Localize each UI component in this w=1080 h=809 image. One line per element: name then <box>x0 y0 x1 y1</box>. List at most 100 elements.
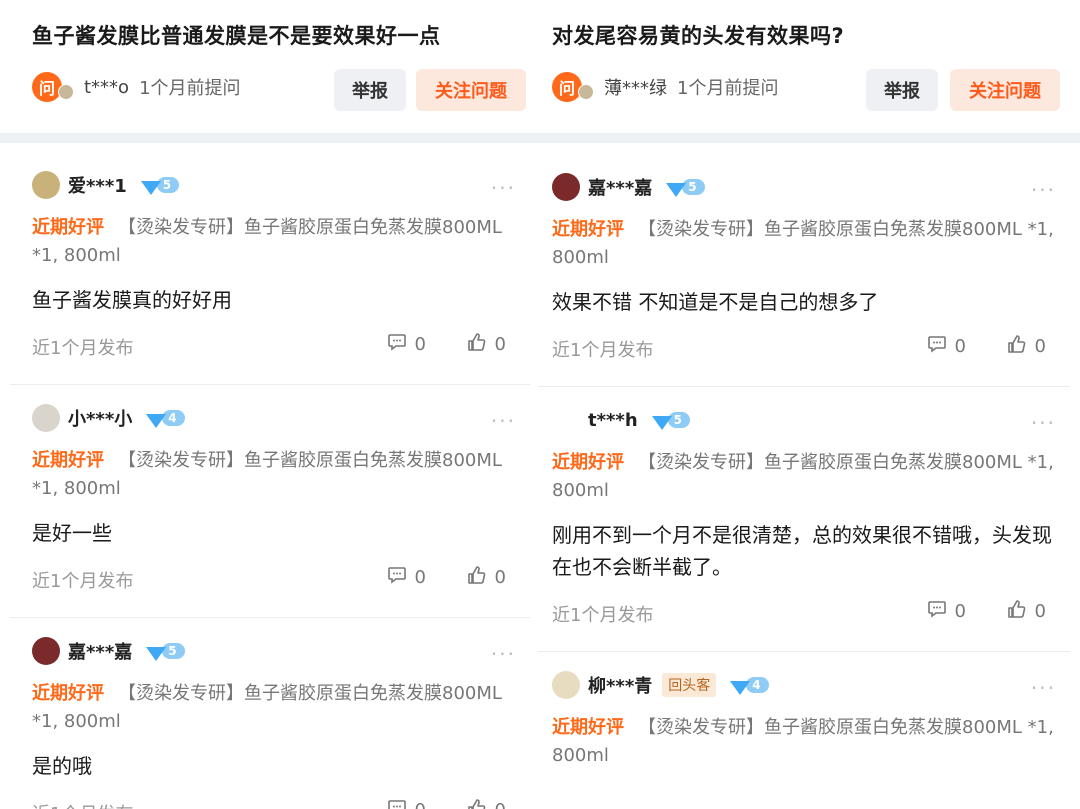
answer-footer: 近1个月发布 0 0 <box>552 593 1058 633</box>
question-header: 鱼子酱发膜比普通发膜是不是要效果好一点 问 t***o 1个月前提问 举报 关注… <box>10 0 530 133</box>
user-avatar[interactable] <box>552 406 580 434</box>
like-button[interactable]: 0 <box>467 332 506 357</box>
comment-button[interactable]: 0 <box>387 332 426 357</box>
level-badge: 5 <box>140 177 180 195</box>
like-count: 0 <box>494 334 506 355</box>
recent-review-tag: 近期好评 <box>32 217 104 238</box>
comment-count: 0 <box>414 567 426 588</box>
product-spec: 【烫染发专研】鱼子酱胶原蛋白免蒸发膜800ML *1, 800ml <box>552 452 1054 501</box>
answer-text: 是的哦 <box>32 754 92 778</box>
like-count: 0 <box>1034 336 1046 357</box>
report-button[interactable]: 举报 <box>866 69 938 111</box>
answer-item: 嘉***嘉 5 ··· 近期好评 【烫染发专研】鱼子酱胶原蛋白免蒸发膜800ML *1,… <box>10 636 530 809</box>
comment-button[interactable]: 0 <box>927 599 966 624</box>
question-column-right: 对发尾容易黄的头发有效果吗? 问 薄***绿 1个月前提问 举报 关注问题 嘉*… <box>538 0 1070 809</box>
answer-item: 柳***青 回头客 4 ··· 近期好评 【烫染发专研】鱼子酱胶原蛋白免蒸发膜800ML … <box>538 670 1070 770</box>
user-name[interactable]: 嘉***嘉 <box>68 638 132 664</box>
answer-header: 爱***1 5 <box>32 170 518 200</box>
user-avatar[interactable] <box>32 171 60 199</box>
diamond-icon <box>651 416 672 430</box>
follow-question-button[interactable]: 关注问题 <box>950 69 1060 111</box>
more-dots-icon[interactable]: ··· <box>491 176 516 200</box>
recent-review-tag: 近期好评 <box>552 219 624 240</box>
level-badge: 4 <box>730 677 769 695</box>
answer-header: 嘉***嘉 5 <box>552 172 1058 202</box>
thumbs-up-icon <box>467 565 495 590</box>
purchase-info: 近期好评 【烫染发专研】鱼子酱胶原蛋白免蒸发膜800ML *1, 800ml <box>32 214 518 270</box>
question-column-left: 鱼子酱发膜比普通发膜是不是要效果好一点 问 t***o 1个月前提问 举报 关注… <box>10 0 530 809</box>
comment-count: 0 <box>954 601 966 622</box>
answer-divider <box>538 386 1070 387</box>
product-spec: 【烫染发专研】鱼子酱胶原蛋白免蒸发膜800ML *1, 800ml <box>552 219 1054 268</box>
asker-info: 问 薄***绿 1个月前提问 <box>552 72 778 102</box>
follow-question-button[interactable]: 关注问题 <box>416 69 526 111</box>
like-button[interactable]: 0 <box>1007 334 1046 359</box>
user-name[interactable]: 爱***1 <box>68 172 127 198</box>
more-dots-icon[interactable]: ··· <box>491 409 516 433</box>
answer-list: 嘉***嘉 5 ··· 近期好评 【烫染发专研】鱼子酱胶原蛋白免蒸发膜800ML *1,… <box>538 172 1070 770</box>
answer-footer: 近1个月发布 0 0 <box>32 792 518 809</box>
answer-divider <box>10 384 530 385</box>
answer-header: 柳***青 回头客 4 <box>552 670 1058 700</box>
answer-item: 嘉***嘉 5 ··· 近期好评 【烫染发专研】鱼子酱胶原蛋白免蒸发膜800ML *1,… <box>538 172 1070 368</box>
answer-footer: 近1个月发布 0 0 <box>552 328 1058 368</box>
level-badge: 4 <box>146 410 185 428</box>
thumbs-up-icon <box>1007 599 1035 624</box>
like-count: 0 <box>1034 601 1046 622</box>
recent-review-tag: 近期好评 <box>552 717 624 738</box>
purchase-info: 近期好评 【烫染发专研】鱼子酱胶原蛋白免蒸发膜800ML *1, 800ml <box>552 216 1058 272</box>
answer-item: 小***小 4 ··· 近期好评 【烫染发专研】鱼子酱胶原蛋白免蒸发膜800ML *1,… <box>10 403 530 599</box>
like-button[interactable]: 0 <box>467 565 506 590</box>
purchase-info: 近期好评 【烫染发专研】鱼子酱胶原蛋白免蒸发膜800ML *1, 800ml <box>552 449 1058 505</box>
diamond-icon <box>140 181 161 195</box>
user-name[interactable]: 嘉***嘉 <box>588 174 652 200</box>
post-time: 近1个月发布 <box>32 338 134 359</box>
diamond-icon <box>146 647 167 661</box>
diamond-icon <box>666 183 687 197</box>
thumbs-up-icon <box>467 332 495 357</box>
asker-avatar <box>578 84 594 100</box>
question-title[interactable]: 对发尾容易黄的头发有效果吗? <box>552 20 844 50</box>
answer-text: 是好一些 <box>32 521 112 545</box>
more-dots-icon[interactable]: ··· <box>1031 411 1056 435</box>
comment-bubble-icon <box>927 334 955 359</box>
answer-item: 爱***1 5 ··· 近期好评 【烫染发专研】鱼子酱胶原蛋白免蒸发膜800ML *1,… <box>10 170 530 366</box>
answer-header: 小***小 4 <box>32 403 518 433</box>
post-time: 近1个月发布 <box>32 571 134 592</box>
more-dots-icon[interactable]: ··· <box>1031 178 1056 202</box>
question-header: 对发尾容易黄的头发有效果吗? 问 薄***绿 1个月前提问 举报 关注问题 <box>538 0 1070 133</box>
question-title[interactable]: 鱼子酱发膜比普通发膜是不是要效果好一点 <box>32 20 441 50</box>
more-dots-icon[interactable]: ··· <box>491 642 516 666</box>
asker-info: 问 t***o 1个月前提问 <box>32 72 241 102</box>
purchase-info: 近期好评 【烫染发专研】鱼子酱胶原蛋白免蒸发膜800ML *1, 800ml <box>32 447 518 503</box>
section-divider <box>0 133 1080 143</box>
user-avatar[interactable] <box>32 404 60 432</box>
user-avatar[interactable] <box>552 173 580 201</box>
diamond-icon <box>730 681 751 695</box>
answer-text: 效果不错 不知道是不是自己的想多了 <box>552 290 879 314</box>
post-time: 近1个月发布 <box>552 340 654 361</box>
comment-count: 0 <box>954 336 966 357</box>
more-dots-icon[interactable]: ··· <box>1031 676 1056 700</box>
user-name[interactable]: 柳***青 <box>588 672 652 698</box>
returning-customer-badge: 回头客 <box>662 673 717 697</box>
answer-list: 爱***1 5 ··· 近期好评 【烫染发专研】鱼子酱胶原蛋白免蒸发膜800ML *1,… <box>10 170 530 809</box>
recent-review-tag: 近期好评 <box>32 683 104 704</box>
user-avatar[interactable] <box>552 671 580 699</box>
recent-review-tag: 近期好评 <box>32 450 104 471</box>
comment-button[interactable]: 0 <box>927 334 966 359</box>
user-name[interactable]: 小***小 <box>68 405 132 431</box>
user-name[interactable]: t***h <box>588 410 638 431</box>
like-button[interactable]: 0 <box>1007 599 1046 624</box>
like-button[interactable]: 0 <box>467 798 506 809</box>
level-badge: 5 <box>666 179 705 197</box>
answer-divider <box>10 617 530 618</box>
post-time: 近1个月发布 <box>552 605 654 626</box>
level-badge: 5 <box>651 412 691 430</box>
comment-button[interactable]: 0 <box>387 565 426 590</box>
report-button[interactable]: 举报 <box>334 69 406 111</box>
comment-button[interactable]: 0 <box>387 798 426 809</box>
user-avatar[interactable] <box>32 637 60 665</box>
comment-count: 0 <box>414 334 426 355</box>
answer-item: t***h 5 ··· 近期好评 【烫染发专研】鱼子酱胶原蛋白免蒸发膜800ML *1,… <box>538 405 1070 633</box>
